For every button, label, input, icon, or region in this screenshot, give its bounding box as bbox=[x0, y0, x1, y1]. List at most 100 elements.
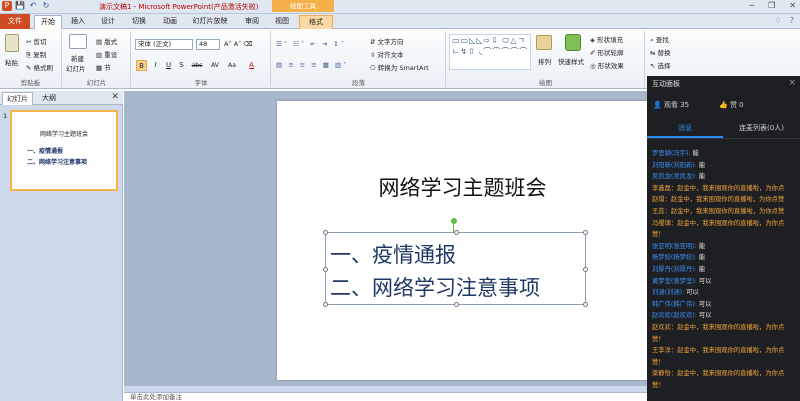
tab-animations[interactable]: 动画 bbox=[158, 15, 182, 29]
alignment-buttons[interactable]: ▤ ≡ ≡ ≡ ▦ ▥˅ bbox=[276, 61, 348, 69]
paste-icon[interactable] bbox=[5, 34, 19, 52]
selected-text-box[interactable]: 一、疫情通报 二、网络学习注意事项 bbox=[323, 218, 588, 307]
arrange-button[interactable]: 排列 bbox=[538, 56, 551, 66]
message-user[interactable]: 刘厚丹(刘厚丹): bbox=[652, 266, 697, 273]
select-button[interactable]: ↖ 选择 bbox=[650, 60, 671, 70]
tab-home[interactable]: 开始 bbox=[34, 15, 62, 29]
italic-button[interactable]: I bbox=[150, 60, 161, 71]
slide-canvas[interactable]: 网络学习主题班会 一、疫情通报 二、网络学习注意事项 bbox=[277, 101, 648, 380]
smartart-button[interactable]: ⎔ 转换为 SmartArt bbox=[370, 62, 429, 72]
quick-access-toolbar: P 💾 ↶ ↻ bbox=[2, 1, 51, 11]
tab-transitions[interactable]: 切换 bbox=[127, 15, 151, 29]
grow-shrink-font-buttons[interactable]: A˄ A˅ ⌫ bbox=[224, 40, 253, 48]
resize-handle[interactable] bbox=[323, 302, 328, 307]
underline-button[interactable]: U bbox=[163, 60, 174, 71]
slide-title[interactable]: 网络学习主题班会 bbox=[277, 172, 648, 202]
message-user[interactable]: 刘涵(刘涵): bbox=[652, 289, 684, 296]
strikethrough-button[interactable]: abc bbox=[189, 60, 205, 71]
message-user[interactable]: 黄梦莹(黄梦莹): bbox=[652, 278, 697, 285]
resize-handle[interactable] bbox=[323, 230, 328, 235]
font-name-box[interactable]: 宋体 (正文) bbox=[135, 39, 193, 50]
resize-handle[interactable] bbox=[323, 267, 328, 272]
tab-slideshow[interactable]: 幻灯片放映 bbox=[188, 15, 232, 29]
new-slide-button[interactable]: 新建 bbox=[71, 53, 84, 63]
tab-file[interactable]: 文件 bbox=[0, 14, 30, 29]
arrange-icon[interactable] bbox=[536, 35, 552, 50]
close-button[interactable]: ✕ bbox=[789, 0, 796, 12]
message-user[interactable]: 张亚明(张亚明): bbox=[652, 243, 697, 250]
chat-message: 罗思颖(冯宇): 能 bbox=[652, 148, 800, 160]
replace-button[interactable]: ⇆ 替换 bbox=[650, 47, 671, 57]
message-user[interactable]: 罗思颖(冯宇): bbox=[652, 150, 691, 157]
panel-close-icon[interactable]: × bbox=[788, 78, 796, 88]
resize-handle[interactable] bbox=[454, 230, 459, 235]
cut-button[interactable]: ✂ 剪切 bbox=[26, 36, 47, 46]
tab-design[interactable]: 设计 bbox=[96, 15, 120, 29]
resize-handle[interactable] bbox=[583, 230, 588, 235]
tab-mic-list[interactable]: 连麦列表(0人) bbox=[723, 123, 800, 133]
copy-button[interactable]: ⎘ 复制 bbox=[26, 49, 46, 60]
new-slide-button-line2[interactable]: 幻灯片 bbox=[66, 63, 86, 73]
align-text-button[interactable]: ⇳ 对齐文本 bbox=[370, 49, 404, 59]
reset-button[interactable]: ▥ 重设 bbox=[96, 49, 117, 59]
bold-button[interactable]: B bbox=[136, 60, 147, 71]
quick-styles-button[interactable]: 快速样式 bbox=[558, 56, 584, 66]
undo-icon[interactable]: ↶ bbox=[28, 1, 38, 11]
slide-thumbnail[interactable]: 网络学习主题班会 一、疫情通报 二、网络学习注意事项 bbox=[10, 110, 118, 191]
chat-message: 赞！ bbox=[652, 358, 665, 366]
font-color-button[interactable]: A bbox=[246, 60, 257, 71]
pane-close-icon[interactable]: ✕ bbox=[111, 92, 119, 102]
tab-format[interactable]: 格式 bbox=[299, 15, 333, 29]
list-indent-buttons[interactable]: ☰˅ ☷˅ ⇤ ⇥ ↕˅ bbox=[276, 40, 346, 48]
shapes-gallery[interactable]: ▭▭◺◺⇨⇩ ⬭△ㄱㄴ↯⇧ ◟⌒⌒⌒⌒⌒ bbox=[449, 34, 531, 70]
message-user[interactable]: 吴凯龙(吴凯龙): bbox=[652, 173, 697, 180]
ribbon-collapse-icon[interactable]: ♢ bbox=[775, 16, 782, 25]
resize-handle[interactable] bbox=[454, 302, 459, 307]
reset-label: 重设 bbox=[104, 51, 118, 59]
format-painter-button[interactable]: ✎ 格式刷 bbox=[26, 62, 53, 72]
likes-count: 👍 赞 0 bbox=[719, 100, 744, 110]
content-line[interactable]: 一、疫情通报 bbox=[330, 239, 456, 269]
tab-messages[interactable]: 消息 bbox=[647, 123, 723, 133]
tab-slides[interactable]: 幻灯片 bbox=[2, 92, 33, 105]
resize-handle[interactable] bbox=[583, 302, 588, 307]
message-user[interactable]: 韩广伟(韩广伟): bbox=[652, 301, 697, 308]
quick-styles-icon[interactable] bbox=[565, 34, 581, 51]
tab-insert[interactable]: 插入 bbox=[66, 15, 90, 29]
message-user[interactable]: 刘阳新(刘阳新): bbox=[652, 162, 697, 169]
message-user[interactable]: 赵欢欢(赵欢欢): bbox=[652, 312, 697, 319]
find-button[interactable]: ⌕ 查找 bbox=[650, 34, 669, 45]
shape-outline-button[interactable]: ✐ 形状轮廓 bbox=[590, 47, 624, 57]
content-line[interactable]: 二、网络学习注意事项 bbox=[330, 272, 540, 302]
shape-fill-button[interactable]: ◈ 形状填充 bbox=[590, 34, 623, 44]
layout-button[interactable]: ▤ 版式 bbox=[96, 36, 117, 46]
new-slide-icon[interactable] bbox=[69, 34, 87, 49]
save-icon[interactable]: 💾 bbox=[15, 1, 25, 11]
chat-message: 赵欢欢(赵欢欢): 可以 bbox=[652, 310, 800, 322]
help-icon[interactable]: ? bbox=[790, 16, 794, 25]
shape-effects-button[interactable]: ◎ 形状效果 bbox=[590, 60, 624, 70]
message-text: 可以 bbox=[696, 312, 712, 320]
message-text: 能 bbox=[696, 242, 706, 250]
resize-handle[interactable] bbox=[583, 267, 588, 272]
message-user[interactable]: 杨梦姣(杨梦姣): bbox=[652, 254, 697, 261]
change-case-button[interactable]: Aa bbox=[225, 60, 239, 71]
text-direction-button[interactable]: ⇵ 文字方向 bbox=[370, 36, 404, 46]
panel-divider bbox=[647, 138, 800, 139]
shadow-button[interactable]: S bbox=[176, 60, 187, 71]
notes-pane[interactable]: 单击此处添加备注 bbox=[124, 392, 648, 401]
redo-icon[interactable]: ↻ bbox=[41, 1, 51, 11]
minimize-button[interactable]: ─ bbox=[749, 0, 754, 12]
shape-effects-label: 形状效果 bbox=[597, 62, 624, 70]
char-spacing-button[interactable]: AV bbox=[208, 60, 222, 71]
tab-view[interactable]: 视图 bbox=[270, 15, 294, 29]
maximize-button[interactable]: ❐ bbox=[768, 0, 775, 12]
paragraph-group-label: 段落 bbox=[352, 79, 365, 87]
section-button[interactable]: ▦ 节 bbox=[96, 62, 111, 72]
tab-review[interactable]: 审阅 bbox=[240, 15, 264, 29]
message-text: 能 bbox=[696, 254, 706, 262]
paste-button[interactable]: 粘贴 bbox=[5, 57, 18, 67]
tab-outline[interactable]: 大纲 bbox=[38, 92, 60, 105]
rotation-handle[interactable] bbox=[451, 218, 457, 224]
font-size-box[interactable]: 48 bbox=[196, 39, 220, 50]
